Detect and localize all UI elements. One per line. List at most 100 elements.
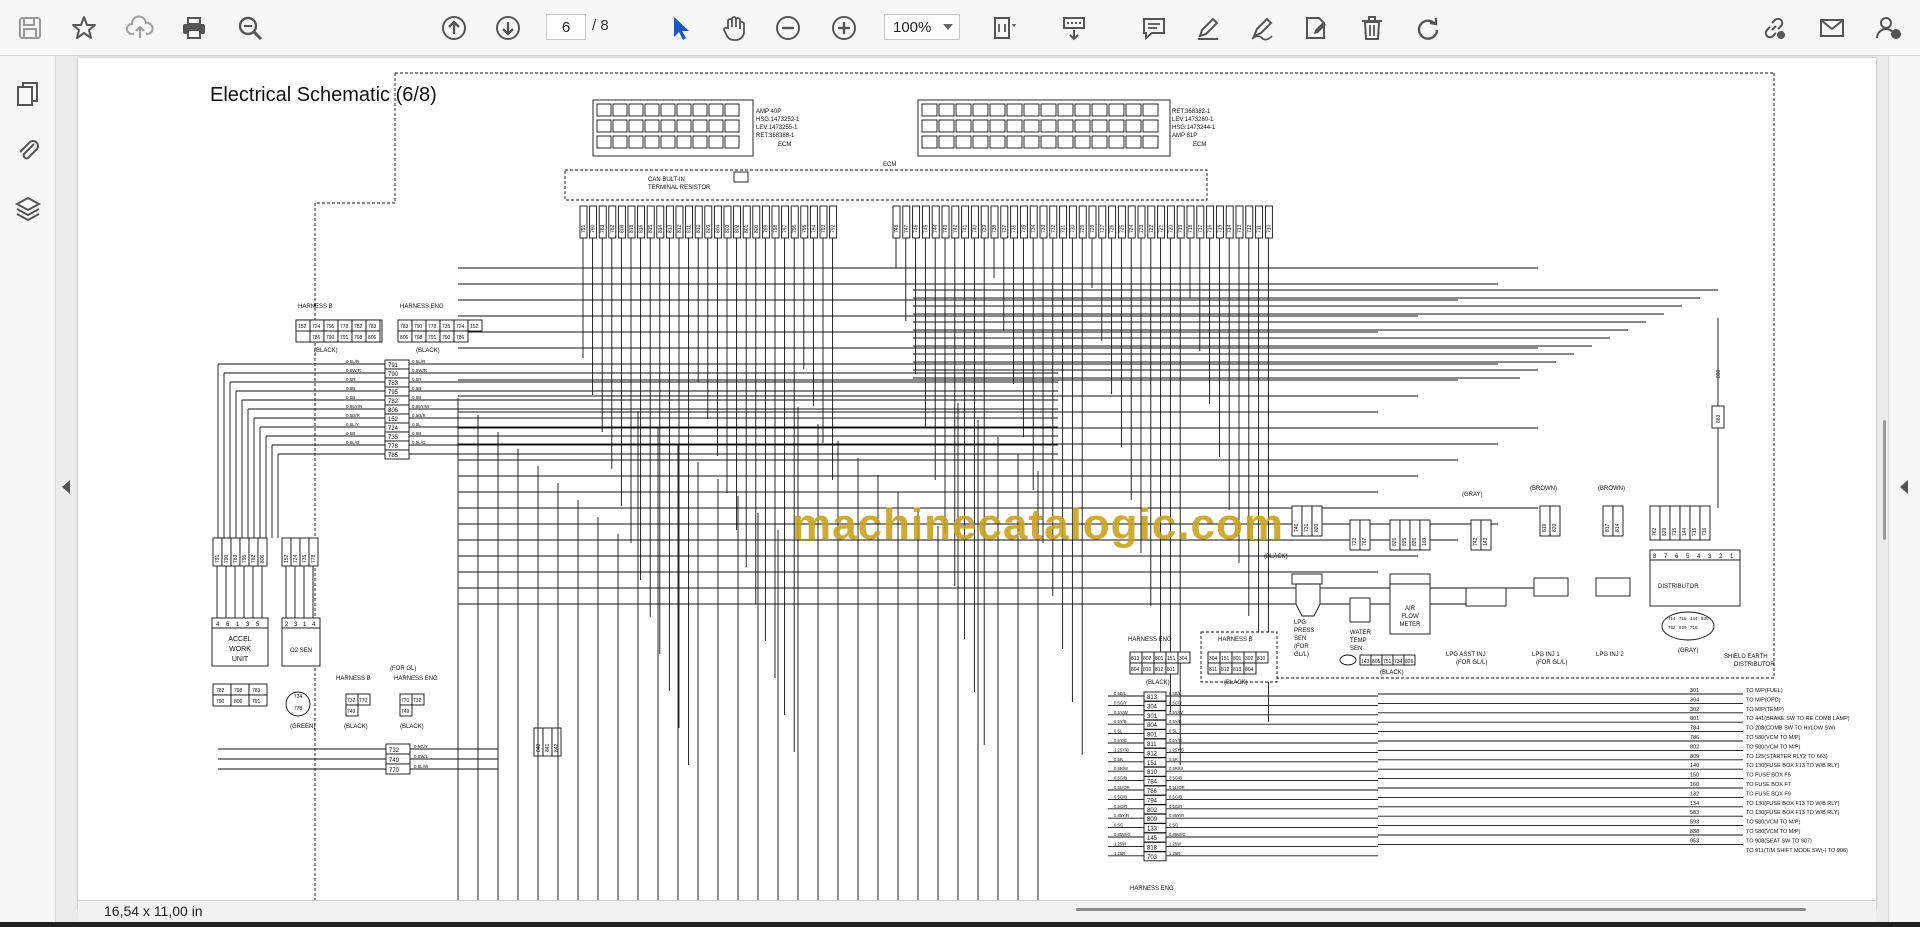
destination-number: 140 — [1690, 763, 1699, 769]
splice-pin-number: 732 — [389, 748, 400, 754]
draw-icon[interactable] — [1244, 10, 1280, 46]
ecm-pin-number: 719 — [1178, 224, 1184, 233]
pin-number: 820 — [1552, 523, 1558, 532]
wire-color-label: 0.5R/W — [1114, 766, 1128, 771]
black-label: (BLACK) — [400, 724, 424, 730]
pin-number: 724 — [294, 694, 303, 700]
pin-number: 304 — [1209, 656, 1218, 662]
chevron-down-icon — [943, 24, 953, 30]
zoom-level-select[interactable]: 100% — [884, 14, 960, 40]
scroll-mode-icon[interactable] — [1056, 10, 1092, 46]
ecm-pin-number: 812 — [677, 224, 683, 233]
horizontal-scrollbar[interactable] — [1076, 908, 1806, 911]
ecm-pin-cell — [1142, 135, 1159, 149]
water-label: WATER — [1350, 630, 1372, 636]
destination-text: TO 130(FUSE BOX F13 TO W/B RLY) — [1746, 801, 1840, 807]
hand-tool-icon[interactable] — [716, 10, 752, 46]
black-label: (BLACK) — [416, 348, 440, 354]
highlight-pen-icon[interactable] — [1190, 10, 1226, 46]
attachment-paperclip-icon[interactable] — [10, 132, 46, 168]
pin-number: 795 — [242, 554, 248, 563]
press-label: PRESS — [1294, 628, 1314, 634]
inj1-label: LPG INJ 1 — [1532, 652, 1560, 658]
ecm-pin-number: 803 — [725, 224, 731, 233]
ecm-pin-number: 809 — [706, 224, 712, 233]
save-icon[interactable] — [12, 10, 48, 46]
pin-number: 749 — [347, 709, 356, 715]
find-zoom-icon[interactable] — [232, 10, 268, 46]
collapse-left-icon[interactable] — [62, 480, 70, 494]
pin-number: 790 — [414, 324, 423, 330]
ecm-pin-number: 733 — [1041, 224, 1047, 233]
share-link-icon[interactable] — [1756, 10, 1792, 46]
ecm-pin-cell — [1125, 103, 1142, 117]
wire-color-label: 0.5B — [412, 431, 421, 436]
sen-label: SEN — [1294, 636, 1306, 642]
destination-text: TO 580(VCM TO M/P) — [1746, 820, 1801, 826]
layers-icon[interactable] — [10, 190, 46, 226]
previous-page-icon[interactable] — [436, 10, 472, 46]
brown-label: (BROWN) — [1598, 486, 1625, 492]
ecm-pin-cell — [938, 135, 955, 149]
ecm-label: ECM — [1193, 142, 1206, 148]
vertical-scrollbar[interactable] — [1883, 420, 1886, 540]
ecm-a-label: LEV:1473255-1 — [756, 125, 798, 131]
black-label: (BLACK) — [344, 724, 368, 730]
pin-number: 812 — [1155, 667, 1164, 673]
destination-number: 132 — [1690, 791, 1699, 797]
select-pointer-icon[interactable] — [662, 10, 698, 46]
page-number-input[interactable]: 6 — [546, 14, 586, 40]
ecm-pin-cell — [660, 119, 676, 133]
print-icon[interactable] — [176, 10, 212, 46]
wire-color-label: 0.5G/B — [1169, 776, 1182, 781]
next-page-icon[interactable] — [490, 10, 526, 46]
bookmark-star-icon[interactable] — [66, 10, 102, 46]
asst-inj-body — [1465, 587, 1507, 607]
ecm-pin-cell — [921, 119, 938, 133]
zoom-in-icon[interactable] — [826, 10, 862, 46]
pin-number: 813 — [1233, 667, 1242, 673]
zoom-out-icon[interactable] — [770, 10, 806, 46]
delete-trash-icon[interactable] — [1354, 10, 1390, 46]
node-number: 883 — [1716, 414, 1722, 423]
ecm-pin-number: 740 — [972, 224, 978, 233]
ecm-pin-number: 818 — [629, 224, 635, 233]
account-add-icon[interactable] — [1870, 10, 1906, 46]
destination-number: 593 — [1690, 820, 1699, 826]
pin-number: 144 — [1690, 616, 1698, 621]
fit-page-icon[interactable] — [986, 10, 1022, 46]
wire-color-label: 0.85W/G — [1114, 832, 1131, 837]
wire-color-label: 0.5B/R — [346, 413, 361, 418]
pin-number: 798 — [414, 335, 423, 341]
wire-color-label: 0.5R/W — [1169, 766, 1183, 771]
wire-color-label: 0.5Y/G — [1169, 738, 1182, 743]
wire-color-label: 0.5W/R — [412, 368, 428, 373]
redo-icon[interactable] — [1410, 10, 1446, 46]
ecm-label: ECM — [883, 162, 896, 168]
pin-number: 790 — [442, 335, 451, 341]
pin-number: 791 — [428, 335, 437, 341]
pages-thumbnails-icon[interactable] — [10, 76, 46, 112]
watermark: machinecatalogic.com — [792, 500, 1284, 549]
center-pin-number: 703 — [1147, 855, 1158, 861]
wire-color-label: 0.5L/OR — [1114, 785, 1130, 790]
edit-document-icon[interactable] — [1298, 10, 1334, 46]
ecm-pin-cell — [1057, 103, 1074, 117]
ecm-pin-cell — [1006, 119, 1023, 133]
wire-color-label: 0.5G — [1169, 823, 1178, 828]
center-pin-number: 304 — [1147, 704, 1158, 710]
email-icon[interactable] — [1814, 10, 1850, 46]
ecm-pin-cell — [1091, 103, 1108, 117]
pin-number: 791 — [252, 699, 261, 705]
ecm-pin-number: 801 — [744, 224, 750, 233]
ecm-pin-number: 730 — [1070, 224, 1076, 233]
comment-icon[interactable] — [1136, 10, 1172, 46]
destination-number: 802 — [1690, 744, 1699, 750]
cloud-upload-icon[interactable] — [122, 10, 158, 46]
pin-number: 819 — [1542, 523, 1548, 532]
ecm-pin-number: 799 — [763, 224, 769, 233]
pin-number: 742 — [1473, 537, 1479, 546]
expand-right-icon[interactable] — [1900, 480, 1908, 494]
ecm-pin-cell — [692, 103, 708, 117]
splice-pin-number: 791 — [388, 363, 399, 369]
